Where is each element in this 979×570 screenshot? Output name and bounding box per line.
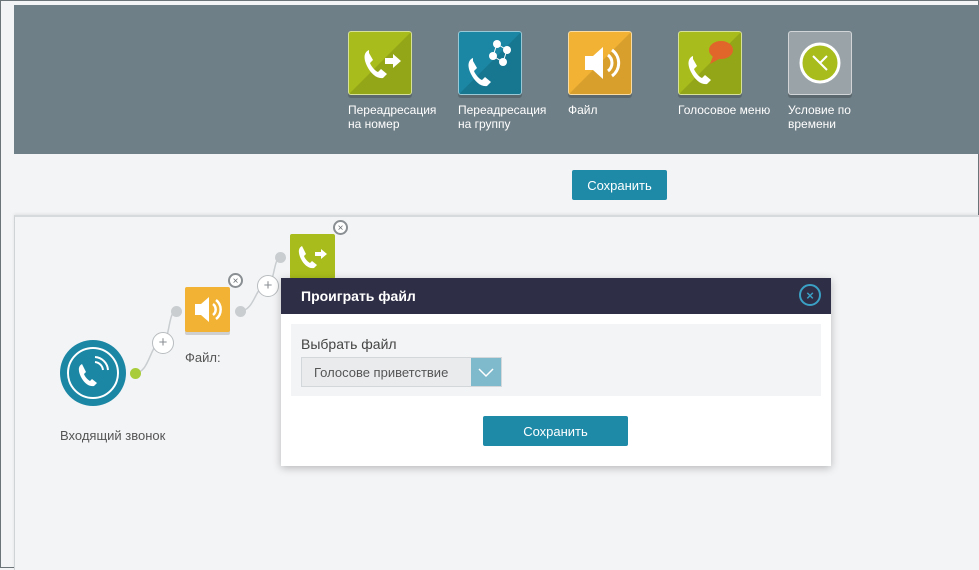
incoming-call-label: Входящий звонок: [60, 428, 166, 443]
dialog-header: Проиграть файл ×: [281, 278, 831, 314]
add-node-button[interactable]: +: [257, 275, 279, 297]
file-field-label: Выбрать файл: [301, 336, 397, 352]
connector-dot[interactable]: [275, 252, 286, 263]
file-node[interactable]: [185, 287, 230, 332]
phone-incoming-icon: [67, 347, 119, 399]
remove-node-button[interactable]: ×: [228, 273, 243, 288]
file-select[interactable]: Голосове приветствие: [301, 357, 502, 387]
speaker-icon: [195, 297, 222, 322]
play-file-dialog: Проиграть файл × Выбрать файл Голосове п…: [281, 278, 831, 466]
connector-dot[interactable]: [130, 368, 141, 379]
chevron-down-icon[interactable]: [471, 358, 501, 386]
file-node-label: Файл:: [185, 350, 221, 365]
dialog-save-button[interactable]: Сохранить: [483, 416, 628, 446]
phone-forward-icon: [298, 246, 327, 269]
add-node-button[interactable]: +: [152, 332, 174, 354]
connector-dot[interactable]: [235, 306, 246, 317]
dialog-body: Выбрать файл Голосове приветствие: [291, 324, 821, 396]
forward-node[interactable]: [290, 234, 335, 279]
close-icon[interactable]: ×: [799, 284, 821, 306]
remove-node-button[interactable]: ×: [333, 220, 348, 235]
dialog-title: Проиграть файл: [301, 288, 416, 304]
incoming-call-node[interactable]: [60, 340, 126, 406]
connector-dot[interactable]: [171, 306, 182, 317]
file-select-value: Голосове приветствие: [314, 365, 449, 380]
